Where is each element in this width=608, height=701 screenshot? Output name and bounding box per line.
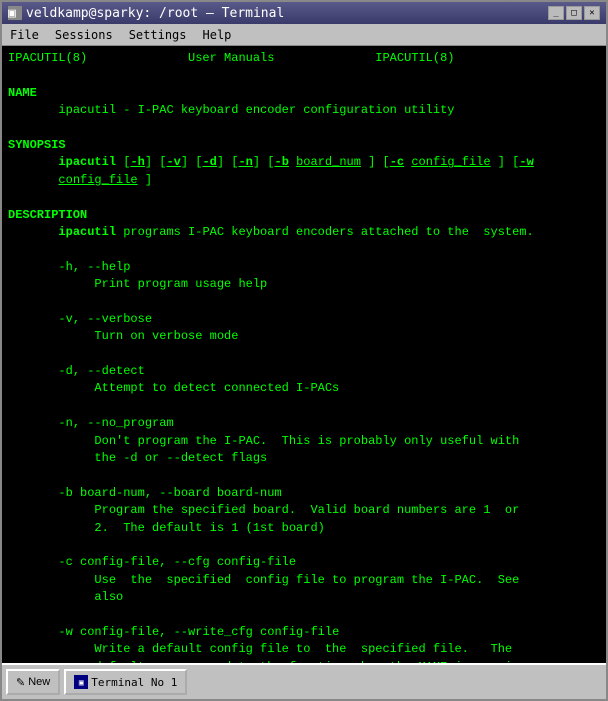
maximize-button[interactable]: □ (566, 6, 582, 20)
line-opt-n-desc2: the -d or --detect flags (8, 450, 600, 467)
line-opt-b: -b board-num, --board board-num (8, 485, 600, 502)
line-opt-w-desc1: Write a default config file to the speci… (8, 641, 600, 658)
line-blank8 (8, 467, 600, 484)
menu-settings[interactable]: Settings (121, 24, 195, 45)
line-opt-b-desc2: 2. The default is 1 (1st board) (8, 520, 600, 537)
line-opt-c: -c config-file, --cfg config-file (8, 554, 600, 571)
new-terminal-button[interactable]: ✎ New (6, 669, 60, 695)
line-blank (8, 67, 600, 84)
terminal-tab-icon: ▣ (74, 675, 88, 689)
line-blank5 (8, 293, 600, 310)
line-opt-d-desc: Attempt to detect connected I-PACs (8, 380, 600, 397)
terminal-output[interactable]: IPACUTIL(8) User Manuals IPACUTIL(8) NAM… (2, 46, 606, 663)
line-blank6 (8, 346, 600, 363)
new-button-label: New (28, 676, 50, 688)
line-blank3 (8, 189, 600, 206)
line-blank2 (8, 120, 600, 137)
line-opt-h: -h, --help (8, 259, 600, 276)
line-blank4 (8, 241, 600, 258)
line-synopsis-header: SYNOPSIS (8, 137, 600, 154)
terminal-tab-label: Terminal No 1 (91, 676, 177, 689)
line-name-desc: ipacutil - I-PAC keyboard encoder config… (8, 102, 600, 119)
line-opt-v: -v, --verbose (8, 311, 600, 328)
menu-file[interactable]: File (2, 24, 47, 45)
menu-help[interactable]: Help (195, 24, 240, 45)
line-blank7 (8, 398, 600, 415)
line-opt-b-desc1: Program the specified board. Valid board… (8, 502, 600, 519)
line-synopsis-cmd: ipacutil [-h] [-v] [-d] [-n] [-b board_n… (8, 154, 600, 171)
terminal-tab-1[interactable]: ▣ Terminal No 1 (64, 669, 187, 695)
menu-sessions[interactable]: Sessions (47, 24, 121, 45)
app-icon: ▣ (8, 6, 22, 20)
line-blank9 (8, 537, 600, 554)
close-button[interactable]: ✕ (584, 6, 600, 20)
window-title: veldkamp@sparky: /root – Terminal (26, 6, 284, 21)
title-bar-left: ▣ veldkamp@sparky: /root – Terminal (8, 6, 284, 21)
line-opt-v-desc: Turn on verbose mode (8, 328, 600, 345)
line-opt-n: -n, --no_program (8, 415, 600, 432)
line-name-header: NAME (8, 85, 600, 102)
line-opt-c-desc1: Use the specified config file to program… (8, 572, 600, 589)
line-header: IPACUTIL(8) User Manuals IPACUTIL(8) (8, 50, 600, 67)
line-opt-h-desc: Print program usage help (8, 276, 600, 293)
line-opt-n-desc1: Don't program the I-PAC. This is probabl… (8, 433, 600, 450)
minimize-button[interactable]: _ (548, 6, 564, 20)
new-icon: ✎ (16, 676, 25, 689)
line-opt-w: -w config-file, --write_cfg config-file (8, 624, 600, 641)
line-desc-header: DESCRIPTION (8, 207, 600, 224)
line-opt-d: -d, --detect (8, 363, 600, 380)
title-bar-controls: _ □ ✕ (548, 6, 600, 20)
line-opt-c-desc2: also (8, 589, 600, 606)
terminal-window: ▣ veldkamp@sparky: /root – Terminal _ □ … (0, 0, 608, 701)
menu-bar: File Sessions Settings Help (2, 24, 606, 46)
line-blank10 (8, 607, 600, 624)
bottom-bar: ✎ New ▣ Terminal No 1 (2, 663, 606, 699)
title-bar: ▣ veldkamp@sparky: /root – Terminal _ □ … (2, 2, 606, 24)
line-synopsis-cmd2: config_file ] (8, 172, 600, 189)
line-desc1: ipacutil programs I-PAC keyboard encoder… (8, 224, 600, 241)
